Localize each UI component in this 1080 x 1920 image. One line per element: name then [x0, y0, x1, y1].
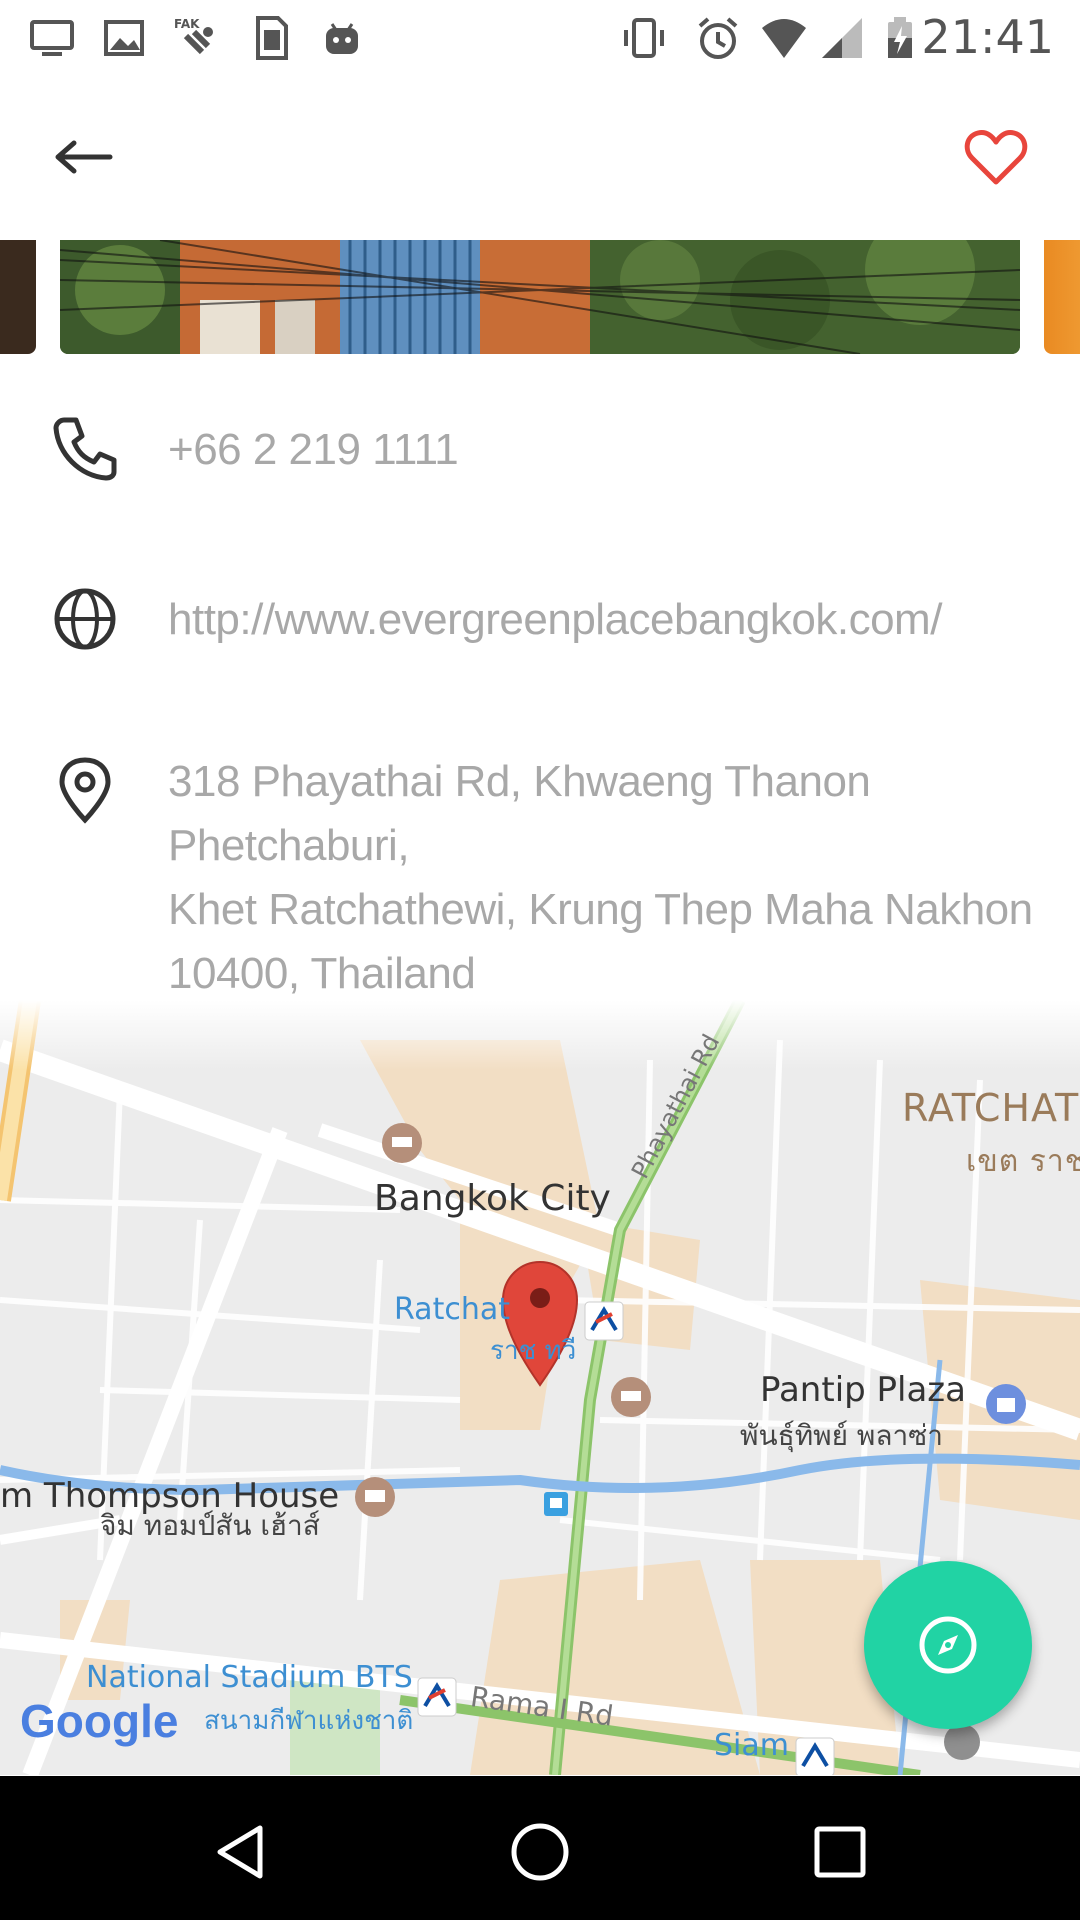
back-button[interactable]: [40, 117, 128, 197]
globe-icon: [54, 588, 116, 650]
back-triangle-icon: [217, 1825, 263, 1879]
photo-hotel[interactable]: [60, 240, 1020, 354]
photo-next[interactable]: [1044, 240, 1080, 354]
status-bar: FAK 21:41: [0, 0, 1080, 75]
home-circle-icon: [511, 1823, 569, 1881]
alarm-icon: [698, 17, 738, 59]
address-line-3: 10400, Thailand: [168, 949, 476, 998]
website-row[interactable]: http://www.evergreenplacebangkok.com/: [0, 580, 1080, 670]
sim-icon: [256, 16, 288, 60]
address-line-2: Khet Ratchathewi, Krung Thep Maha Nakhon: [168, 885, 1033, 934]
label-pantip-plaza-thai: พันธุ์ทิพย์ พลาซ่า: [740, 1419, 943, 1452]
svg-text:FAK: FAK: [174, 17, 200, 31]
arrow-left-icon: [55, 140, 113, 174]
location-pin-icon: [59, 757, 111, 824]
phone-icon: [53, 417, 117, 481]
label-jim-thompson-thai: จิม ทอมป์สัน เฮ้าส์: [100, 1509, 320, 1542]
google-logo: Google: [20, 1695, 179, 1747]
status-time: 21:41: [921, 10, 1054, 64]
toolbar: [0, 75, 1080, 240]
vibrate-icon: [624, 18, 664, 58]
label-ratchathewi-district-thai: เขต ราช: [966, 1144, 1080, 1179]
system-nav-bar: [0, 1776, 1080, 1920]
signal-icon: [822, 18, 862, 58]
battery-icon: [888, 17, 912, 58]
photo-gallery[interactable]: [0, 240, 1080, 354]
heart-outline-icon: [964, 130, 1028, 185]
image-icon: [104, 20, 144, 56]
nav-back-button[interactable]: [200, 1812, 280, 1892]
label-pantip-plaza: Pantip Plaza: [760, 1370, 966, 1410]
wifi-icon: [762, 19, 806, 58]
photo-previous[interactable]: [0, 240, 36, 354]
android-icon: [326, 23, 358, 54]
website-link[interactable]: http://www.evergreenplacebangkok.com/: [168, 588, 1040, 652]
label-ratchathewi-thai: ราช ทวี: [490, 1336, 577, 1366]
desktop-icon: [30, 20, 74, 56]
label-ratchathewi: Ratchat: [394, 1292, 510, 1327]
recents-square-icon: [814, 1826, 866, 1878]
phone-number[interactable]: +66 2 219 1111: [168, 418, 1040, 482]
label-ratchathewi-district: RATCHAT: [902, 1086, 1080, 1130]
fake-gps-icon: FAK: [174, 17, 213, 55]
address-row[interactable]: 318 Phayathai Rd, Khwaeng Thanon Phetcha…: [0, 750, 1080, 998]
compass-icon: [919, 1616, 977, 1674]
label-siam: Siam: [714, 1728, 789, 1763]
navigate-button[interactable]: [864, 1561, 1032, 1729]
map-fade: [0, 1000, 1080, 1070]
label-bangkok-city: Bangkok City: [374, 1178, 611, 1219]
label-national-stadium: National Stadium BTS: [86, 1660, 413, 1695]
nav-home-button[interactable]: [500, 1812, 580, 1892]
nav-recents-button[interactable]: [800, 1812, 880, 1892]
favorite-button[interactable]: [952, 115, 1040, 199]
phone-row[interactable]: +66 2 219 1111: [0, 410, 1080, 500]
label-national-stadium-thai: สนามกีฬาแห่งชาติ: [204, 1706, 414, 1736]
address-line-1: 318 Phayathai Rd, Khwaeng Thanon Phetcha…: [168, 757, 871, 870]
address-text[interactable]: 318 Phayathai Rd, Khwaeng Thanon Phetcha…: [168, 750, 1040, 1006]
